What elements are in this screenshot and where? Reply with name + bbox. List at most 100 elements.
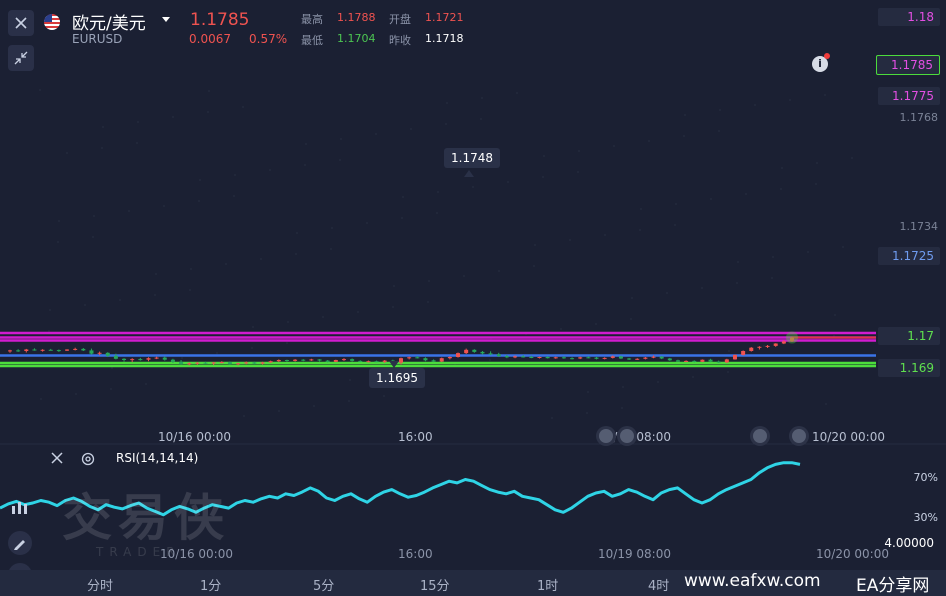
map-dot <box>331 227 333 229</box>
map-dot <box>763 345 765 347</box>
map-dot <box>111 367 113 369</box>
map-dot <box>340 138 342 140</box>
prev-close-label: 昨收 <box>389 34 411 47</box>
last-price: 1.1785 <box>190 10 250 30</box>
candle-body <box>333 360 338 362</box>
map-dot <box>631 297 633 299</box>
pair-name[interactable]: 欧元/美元 <box>72 9 146 34</box>
map-dot <box>692 376 694 378</box>
candle-body <box>122 358 127 360</box>
map-dot <box>234 174 236 176</box>
collapse-button[interactable] <box>8 45 34 71</box>
map-dot <box>401 217 403 219</box>
event-marker-4[interactable] <box>792 429 806 443</box>
rsi-level-low: 30% <box>913 511 938 524</box>
candle-body <box>765 345 770 347</box>
candle-body <box>692 360 697 362</box>
candle-body <box>561 357 566 359</box>
rsi-time-label-4: 10/20 00:00 <box>816 547 889 561</box>
candle-body <box>309 359 314 361</box>
interval-5m[interactable]: 5分 <box>313 575 334 594</box>
interval-15m[interactable]: 15分 <box>420 575 450 594</box>
map-dot <box>428 280 430 282</box>
candle-body <box>513 356 518 358</box>
map-dot <box>172 116 174 118</box>
map-dot <box>586 412 588 414</box>
map-dot <box>613 145 615 147</box>
map-dot <box>622 386 624 388</box>
candle-body <box>480 351 485 354</box>
map-dot <box>242 106 244 108</box>
low-label: 最低 <box>301 34 323 47</box>
map-dot <box>472 186 474 188</box>
map-dot <box>516 92 518 94</box>
candle-body <box>407 357 412 359</box>
map-dot <box>181 357 183 359</box>
map-dot <box>163 205 165 207</box>
candle-body <box>374 361 379 363</box>
map-dot <box>666 292 668 294</box>
candle-body <box>48 349 53 351</box>
map-dot <box>233 195 235 197</box>
time-label-4: 10/20 00:00 <box>812 430 885 444</box>
candle-body <box>431 360 436 362</box>
high-label: 最高 <box>301 13 323 26</box>
candle-body <box>350 359 355 361</box>
watermark-logo: 交易侠 <box>62 489 230 547</box>
map-dot <box>392 306 394 308</box>
candle-body <box>105 352 110 356</box>
candle-body <box>496 354 501 357</box>
event-marker-1[interactable] <box>599 429 613 443</box>
event-marker-3[interactable] <box>753 429 767 443</box>
candle-body <box>773 343 778 346</box>
chevron-down-icon[interactable] <box>162 17 170 22</box>
map-dot <box>269 169 271 171</box>
candle-body <box>130 359 135 361</box>
close-icon <box>15 17 27 29</box>
candle-body <box>56 350 61 352</box>
map-dot <box>498 270 500 272</box>
candle-body <box>366 361 371 363</box>
interval-1h[interactable]: 1时 <box>537 575 558 594</box>
event-marker-2[interactable] <box>620 429 634 443</box>
candle-body <box>618 356 623 359</box>
map-dot <box>834 314 836 316</box>
candle-body <box>553 357 558 359</box>
candle-body <box>276 360 281 362</box>
map-dot <box>683 135 685 137</box>
map-dot <box>57 241 59 243</box>
candle-body <box>236 363 241 365</box>
candle-body <box>537 357 542 358</box>
map-dot <box>851 157 853 159</box>
candle-body <box>415 357 420 359</box>
candle-body <box>472 349 477 352</box>
indicator-icon[interactable] <box>10 499 30 518</box>
map-dot <box>286 342 288 344</box>
candle-body <box>24 349 29 351</box>
map-dot <box>393 285 395 287</box>
interval-1m[interactable]: 1分 <box>200 575 221 594</box>
rsi-settings-icon[interactable] <box>80 451 96 470</box>
interval-tick[interactable]: 分时 <box>87 575 113 594</box>
draw-tool-icon[interactable] <box>8 531 32 555</box>
candle-body <box>741 351 746 355</box>
rsi-close-icon[interactable] <box>50 451 64 468</box>
candle-body <box>659 356 664 359</box>
map-dot <box>754 104 756 106</box>
map-dot <box>225 263 227 265</box>
candle-body <box>456 353 461 357</box>
map-dot <box>824 94 826 96</box>
interval-4h[interactable]: 4时 <box>648 575 669 594</box>
close-button[interactable] <box>8 10 34 36</box>
map-dot <box>481 97 483 99</box>
candle-body <box>244 362 249 364</box>
price-tag-current: 1.1785 <box>876 55 940 75</box>
candle-body <box>211 362 216 364</box>
map-dot <box>727 371 729 373</box>
map-dot <box>445 123 447 125</box>
candle-body <box>146 358 151 360</box>
map-dot <box>781 167 783 169</box>
candle-body <box>439 358 444 362</box>
candle-body <box>488 353 493 355</box>
candle-body <box>521 356 526 358</box>
